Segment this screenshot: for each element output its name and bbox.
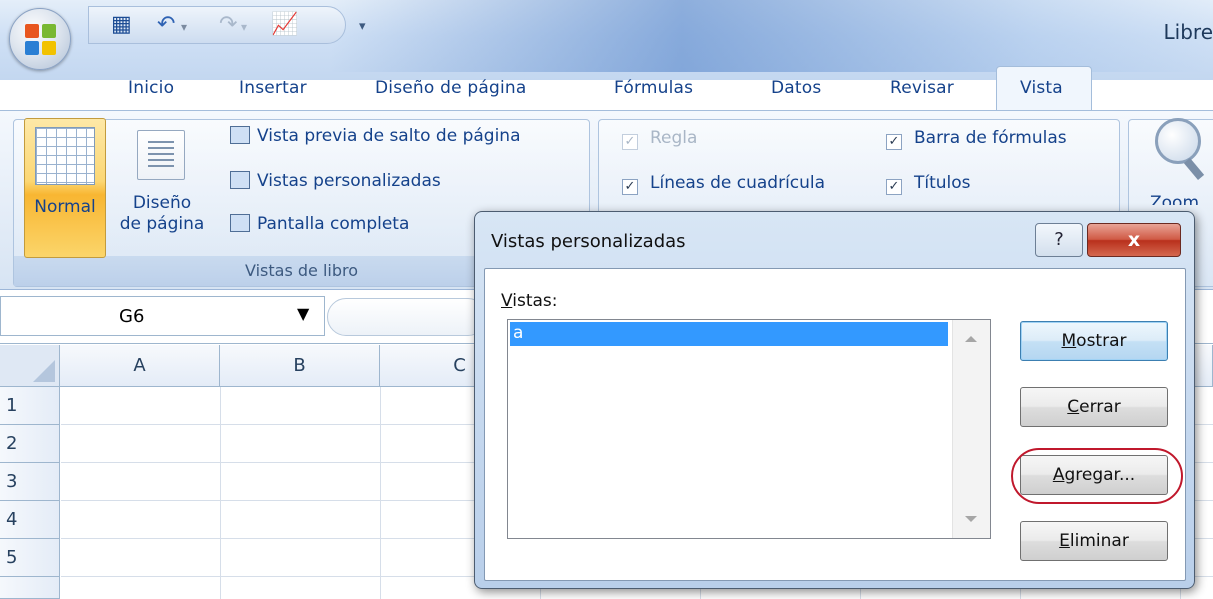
formula-controls[interactable] [327, 298, 487, 336]
row-header-3[interactable]: 3 [0, 463, 60, 501]
highlight-annotation [1011, 448, 1183, 504]
tab-formulas[interactable]: Fórmulas [614, 78, 693, 98]
page-layout-label-1[interactable]: Diseño [112, 193, 212, 214]
delete-button[interactable]: Eliminar [1020, 521, 1168, 561]
close-x-button[interactable]: x [1087, 223, 1181, 257]
tab-insertar[interactable]: Insertar [239, 78, 307, 98]
undo-dropdown-icon[interactable]: ▾ [181, 15, 187, 39]
custom-views-icon [230, 171, 250, 189]
page-break-preview-button[interactable]: Vista previa de salto de página [230, 126, 520, 146]
tab-vista[interactable]: Vista [1020, 78, 1063, 98]
views-label: Vistas: [501, 291, 558, 311]
row-header-1[interactable]: 1 [0, 387, 60, 425]
full-screen-label: Pantalla completa [257, 214, 410, 234]
zoom-label[interactable]: Zoom [1150, 193, 1199, 205]
custom-views-button[interactable]: Vistas personalizadas [230, 171, 441, 191]
name-box-value: G6 [119, 306, 145, 327]
tab-datos[interactable]: Datos [771, 78, 821, 98]
headings-label[interactable]: Títulos [914, 173, 971, 193]
customize-qat-icon[interactable]: ▾ [359, 15, 366, 39]
views-listbox[interactable]: a [507, 319, 991, 539]
page-break-preview-label: Vista previa de salto de página [257, 126, 521, 146]
close-button[interactable]: Cerrar [1020, 387, 1168, 427]
dialog-title: Vistas personalizadas [491, 231, 686, 252]
ruler-label: Regla [650, 128, 698, 148]
show-button[interactable]: Mostrar [1020, 321, 1168, 361]
row-header-6-partial [0, 577, 60, 599]
ruler-checkbox: ✓ [622, 134, 638, 150]
redo-icon: ↷ [219, 12, 238, 37]
list-item[interactable]: a [510, 322, 948, 346]
column-header-a[interactable]: A [60, 345, 220, 387]
scroll-down-icon[interactable] [965, 516, 977, 522]
save-icon[interactable]: ▦ [111, 13, 132, 37]
formula-bar-label[interactable]: Barra de fórmulas [914, 128, 1067, 148]
chart-icon[interactable]: 📈 [271, 13, 298, 37]
normal-view-button[interactable]: Normal [24, 118, 106, 258]
zoom-icon[interactable] [1155, 118, 1201, 164]
name-box[interactable]: G6 ▼ [0, 296, 325, 336]
select-all-corner[interactable] [0, 345, 60, 387]
formula-bar-checkbox[interactable]: ✓ [886, 134, 902, 150]
tab-revisar[interactable]: Revisar [890, 78, 954, 98]
headings-checkbox-row[interactable]: ✓ Títulos [886, 173, 971, 195]
undo-icon[interactable]: ↶ [157, 13, 175, 37]
row-header-2[interactable]: 2 [0, 425, 60, 463]
formula-bar-checkbox-row[interactable]: ✓ Barra de fórmulas [886, 128, 1067, 150]
normal-view-label: Normal [34, 197, 96, 217]
page-layout-icon[interactable] [137, 130, 185, 180]
tab-inicio[interactable]: Inicio [128, 78, 174, 98]
row-header-5[interactable]: 5 [0, 539, 60, 577]
headings-checkbox[interactable]: ✓ [886, 179, 902, 195]
quick-access-toolbar: ▦ ↶ ▾ ↷ ▾ 📈 ▾ [88, 6, 366, 44]
full-screen-icon [230, 214, 250, 232]
column-header-b[interactable]: B [220, 345, 380, 387]
custom-views-label: Vistas personalizadas [257, 171, 441, 191]
gridlines-checkbox-row[interactable]: ✓ Líneas de cuadrícula [622, 173, 825, 195]
office-logo-icon [25, 24, 57, 56]
name-box-dropdown-icon[interactable]: ▼ [297, 304, 309, 323]
tab-diseno-de-pagina[interactable]: Diseño de página [375, 78, 526, 98]
scroll-up-icon[interactable] [965, 336, 977, 342]
custom-views-dialog: Vistas personalizadas ? x Vistas: a Most… [474, 211, 1195, 589]
row-header-4[interactable]: 4 [0, 501, 60, 539]
ruler-checkbox-row: ✓ Regla [622, 128, 697, 150]
gridlines-label[interactable]: Líneas de cuadrícula [650, 173, 825, 193]
full-screen-button[interactable]: Pantalla completa [230, 214, 409, 234]
page-layout-label-2[interactable]: de página [112, 214, 212, 235]
help-button[interactable]: ? [1035, 223, 1083, 257]
normal-view-icon [35, 127, 95, 185]
title-bar-glow [330, 0, 1210, 72]
dialog-body: Vistas: a Mostrar Cerrar Agregar... Elim… [484, 268, 1186, 581]
redo-dropdown-icon: ▾ [241, 20, 248, 34]
gridlines-checkbox[interactable]: ✓ [622, 179, 638, 195]
office-button[interactable] [9, 8, 71, 70]
listbox-scrollbar[interactable] [952, 320, 990, 538]
page-break-preview-icon [230, 126, 250, 144]
window-title: Libre [1163, 20, 1213, 44]
